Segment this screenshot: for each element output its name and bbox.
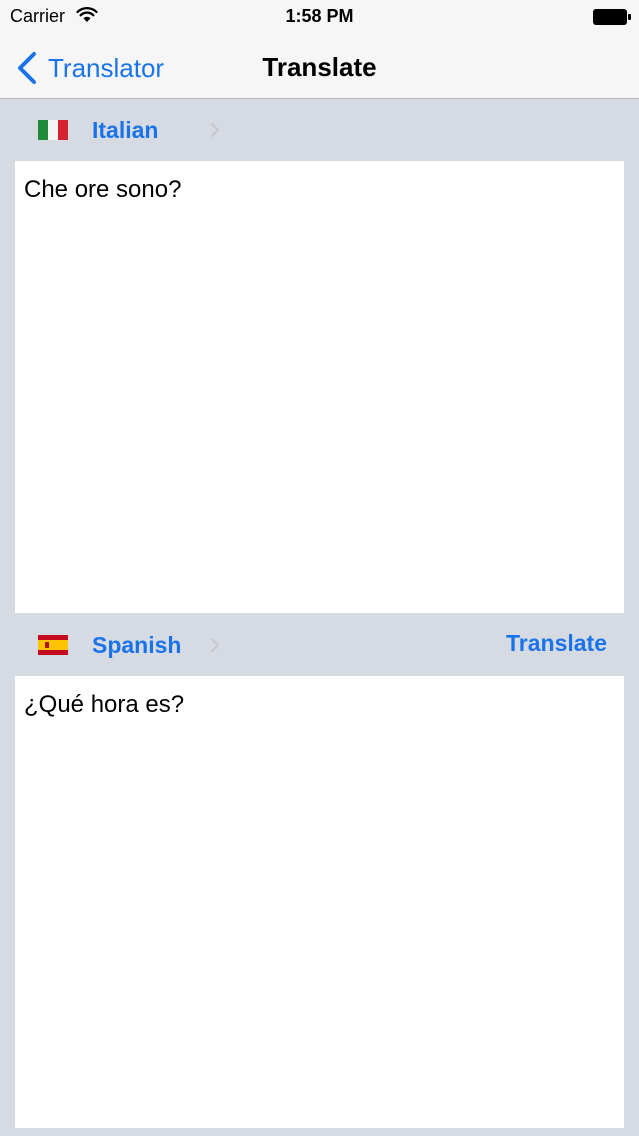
source-language-label: Italian — [92, 116, 159, 143]
source-text-area[interactable]: Che ore sono? — [15, 161, 624, 613]
battery-icon — [593, 9, 631, 25]
source-language-selector[interactable]: Italian — [38, 99, 238, 161]
translate-button[interactable]: Translate — [506, 630, 607, 657]
page-title: Translate — [262, 52, 377, 82]
chevron-right-icon — [211, 638, 219, 652]
source-text: Che ore sono? — [24, 176, 182, 203]
italy-flag-icon — [38, 120, 68, 140]
target-language-row: Spanish Translate — [0, 614, 639, 676]
clock: 1:58 PM — [285, 6, 354, 26]
chevron-right-icon — [211, 123, 219, 137]
source-language-row: Italian — [0, 99, 639, 161]
target-language-selector[interactable]: Spanish — [38, 614, 238, 676]
target-language-label: Spanish — [92, 631, 182, 658]
navigation-bar: Translator Translate — [0, 40, 639, 99]
target-text-area[interactable]: ¿Qué hora es? — [15, 676, 624, 1128]
status-bar: Carrier 1:58 PM — [0, 0, 639, 40]
target-text: ¿Qué hora es? — [24, 691, 185, 718]
spain-flag-icon — [38, 635, 68, 655]
